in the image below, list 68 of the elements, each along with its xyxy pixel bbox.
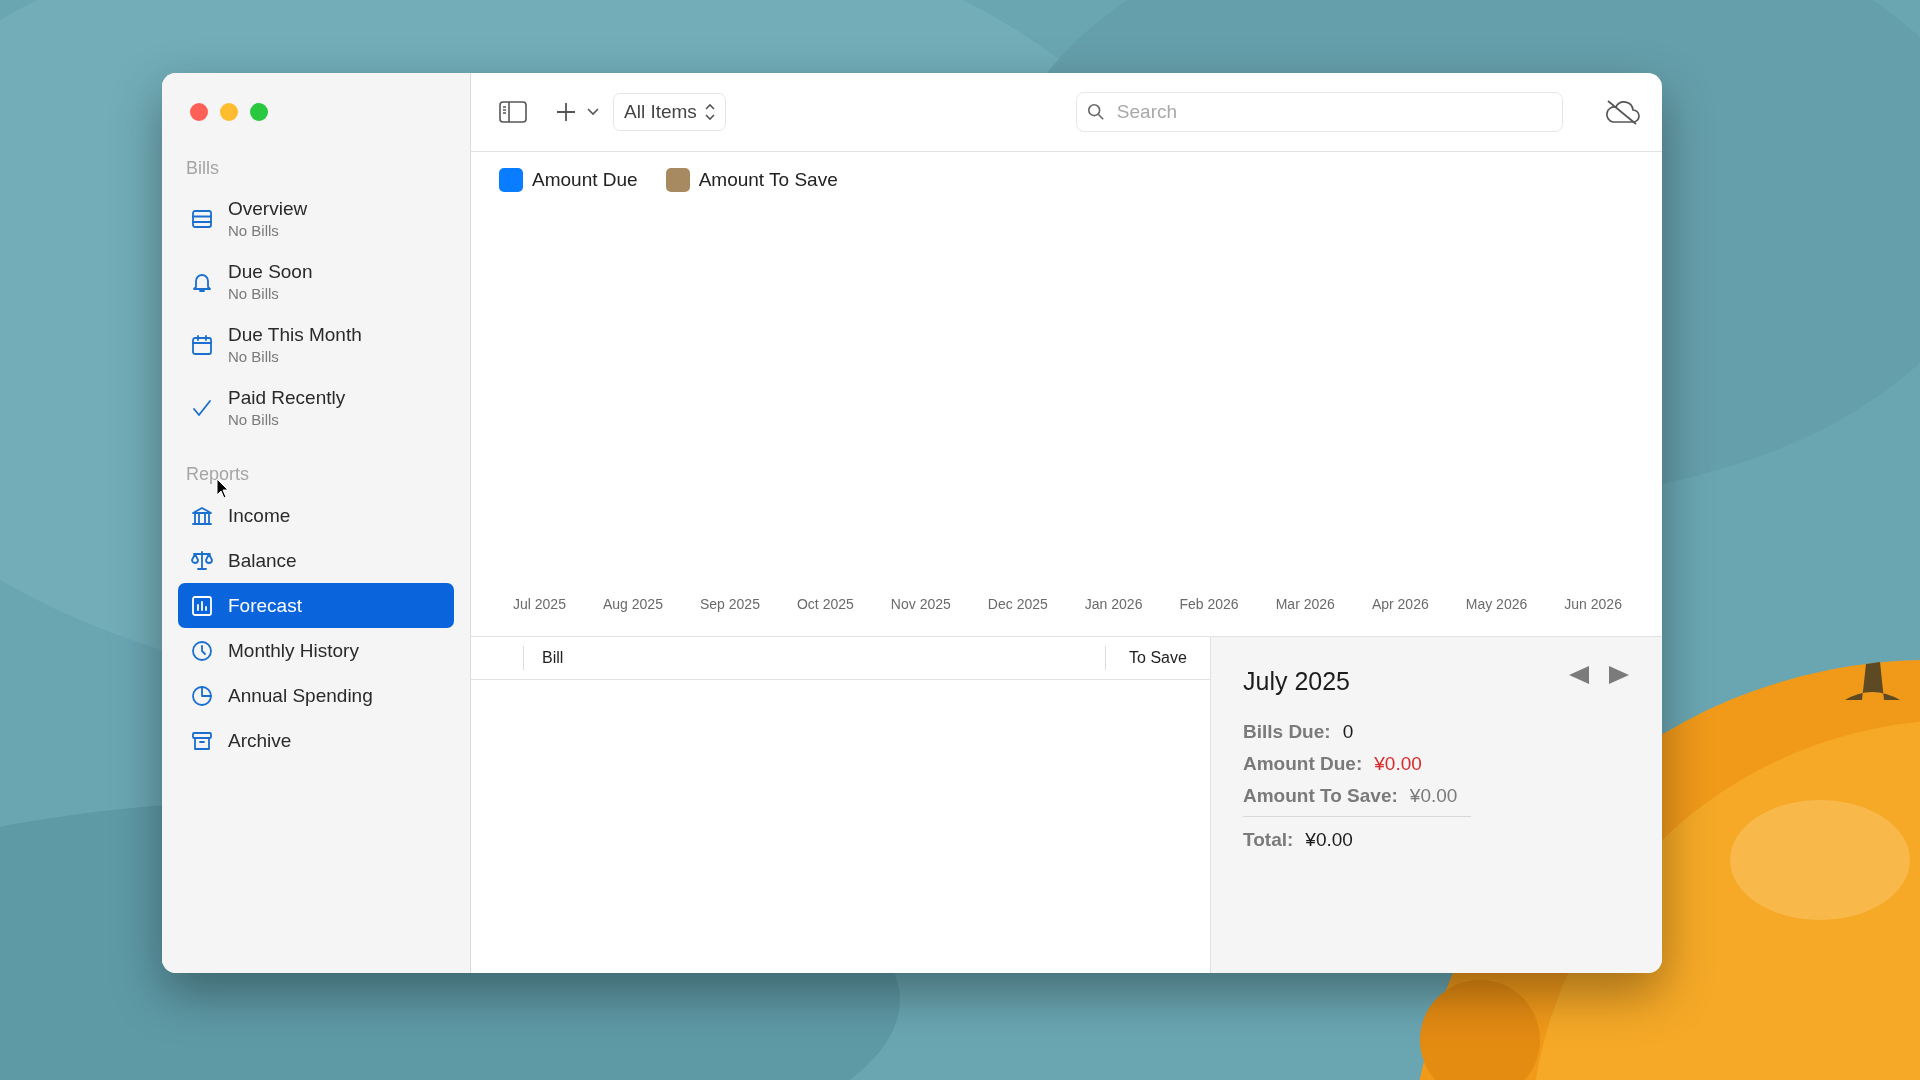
close-button[interactable] bbox=[190, 103, 208, 121]
search-field[interactable]: Search bbox=[1075, 92, 1563, 132]
sidebar-item[interactable]: Income bbox=[178, 493, 454, 538]
sidebar-item[interactable]: Due This Month No Bills bbox=[178, 313, 454, 376]
detail-value: ¥0.00 bbox=[1305, 829, 1353, 851]
sidebar-item[interactable]: Overview No Bills bbox=[178, 187, 454, 250]
item-label: Monthly History bbox=[228, 639, 359, 662]
sidebar-item[interactable]: Forecast bbox=[178, 583, 454, 628]
previous-icon[interactable] bbox=[1568, 665, 1590, 685]
item-label: Forecast bbox=[228, 594, 302, 617]
detail-value: ¥0.00 bbox=[1409, 785, 1458, 807]
sidebar-item[interactable]: Monthly History bbox=[178, 628, 454, 673]
axis-label: Sep 2025 bbox=[700, 596, 760, 612]
search-icon bbox=[1086, 103, 1105, 121]
axis-label: Feb 2026 bbox=[1179, 596, 1239, 612]
sidebar-item[interactable]: Paid Recently No Bills bbox=[178, 376, 454, 439]
section-heading: Bills bbox=[186, 159, 219, 177]
axis-label: Jun 2026 bbox=[1564, 596, 1622, 612]
item-label: Due This Month bbox=[228, 324, 362, 346]
legend-label: Amount Due bbox=[532, 169, 638, 191]
detail-value: ¥0.00 bbox=[1374, 753, 1422, 775]
column-header[interactable]: To Save bbox=[1106, 649, 1210, 667]
clock-icon bbox=[190, 638, 214, 663]
cloud-off-icon[interactable] bbox=[1604, 98, 1640, 126]
column-header[interactable]: Bill bbox=[524, 646, 1106, 670]
item-subtitle: No Bills bbox=[228, 285, 280, 302]
detail-label: Total: bbox=[1243, 829, 1294, 851]
axis-label: Dec 2025 bbox=[987, 596, 1048, 612]
zoom-button[interactable] bbox=[250, 103, 268, 121]
axis-label: May 2026 bbox=[1465, 596, 1528, 612]
sidebar-item[interactable]: Annual Spending bbox=[178, 673, 454, 718]
legend-label: Amount To Save bbox=[698, 169, 838, 191]
pie-icon bbox=[190, 683, 214, 708]
item-label: Archive bbox=[228, 729, 292, 752]
axis-label: Apr 2026 bbox=[1371, 596, 1429, 612]
item-label: Due Soon bbox=[228, 261, 313, 283]
chevron-down-icon[interactable] bbox=[587, 108, 599, 116]
detail-label: Bills Due: bbox=[1243, 721, 1331, 743]
plus-icon[interactable] bbox=[555, 101, 577, 123]
item-subtitle: No Bills bbox=[228, 348, 280, 365]
next-icon[interactable] bbox=[1608, 665, 1630, 685]
axis-label: Oct 2025 bbox=[797, 596, 854, 612]
item-label: Balance bbox=[228, 549, 297, 572]
section-heading: Reports bbox=[186, 465, 250, 483]
calendar-icon bbox=[190, 332, 214, 357]
filter-popup[interactable]: All Items bbox=[613, 93, 726, 131]
chart-icon bbox=[190, 593, 214, 618]
item-label: Paid Recently bbox=[228, 387, 346, 409]
item-label: Annual Spending bbox=[228, 684, 373, 707]
axis-label: Jan 2026 bbox=[1084, 596, 1143, 612]
sidebar-toggle-icon[interactable] bbox=[499, 101, 527, 123]
item-label: Overview bbox=[228, 198, 308, 220]
item-subtitle: No Bills bbox=[228, 222, 280, 239]
month-title: July 2025 bbox=[1243, 667, 1351, 696]
detail-value: 0 bbox=[1342, 721, 1354, 743]
up-down-icon bbox=[704, 103, 715, 121]
axis-label: Mar 2026 bbox=[1275, 596, 1335, 612]
scale-icon bbox=[190, 548, 214, 573]
detail-label: Amount Due: bbox=[1243, 753, 1363, 775]
item-subtitle: No Bills bbox=[228, 411, 280, 428]
sidebar-item[interactable]: Archive bbox=[178, 718, 454, 763]
axis-label: Aug 2025 bbox=[603, 596, 663, 612]
detail-label: Amount To Save: bbox=[1243, 785, 1398, 807]
sidebar-item[interactable]: Balance bbox=[178, 538, 454, 583]
axis-label: Jul 2025 bbox=[513, 596, 566, 612]
sidebar-item[interactable]: Due Soon No Bills bbox=[178, 250, 454, 313]
axis-label: Nov 2025 bbox=[890, 596, 951, 612]
item-label: Income bbox=[228, 504, 291, 527]
